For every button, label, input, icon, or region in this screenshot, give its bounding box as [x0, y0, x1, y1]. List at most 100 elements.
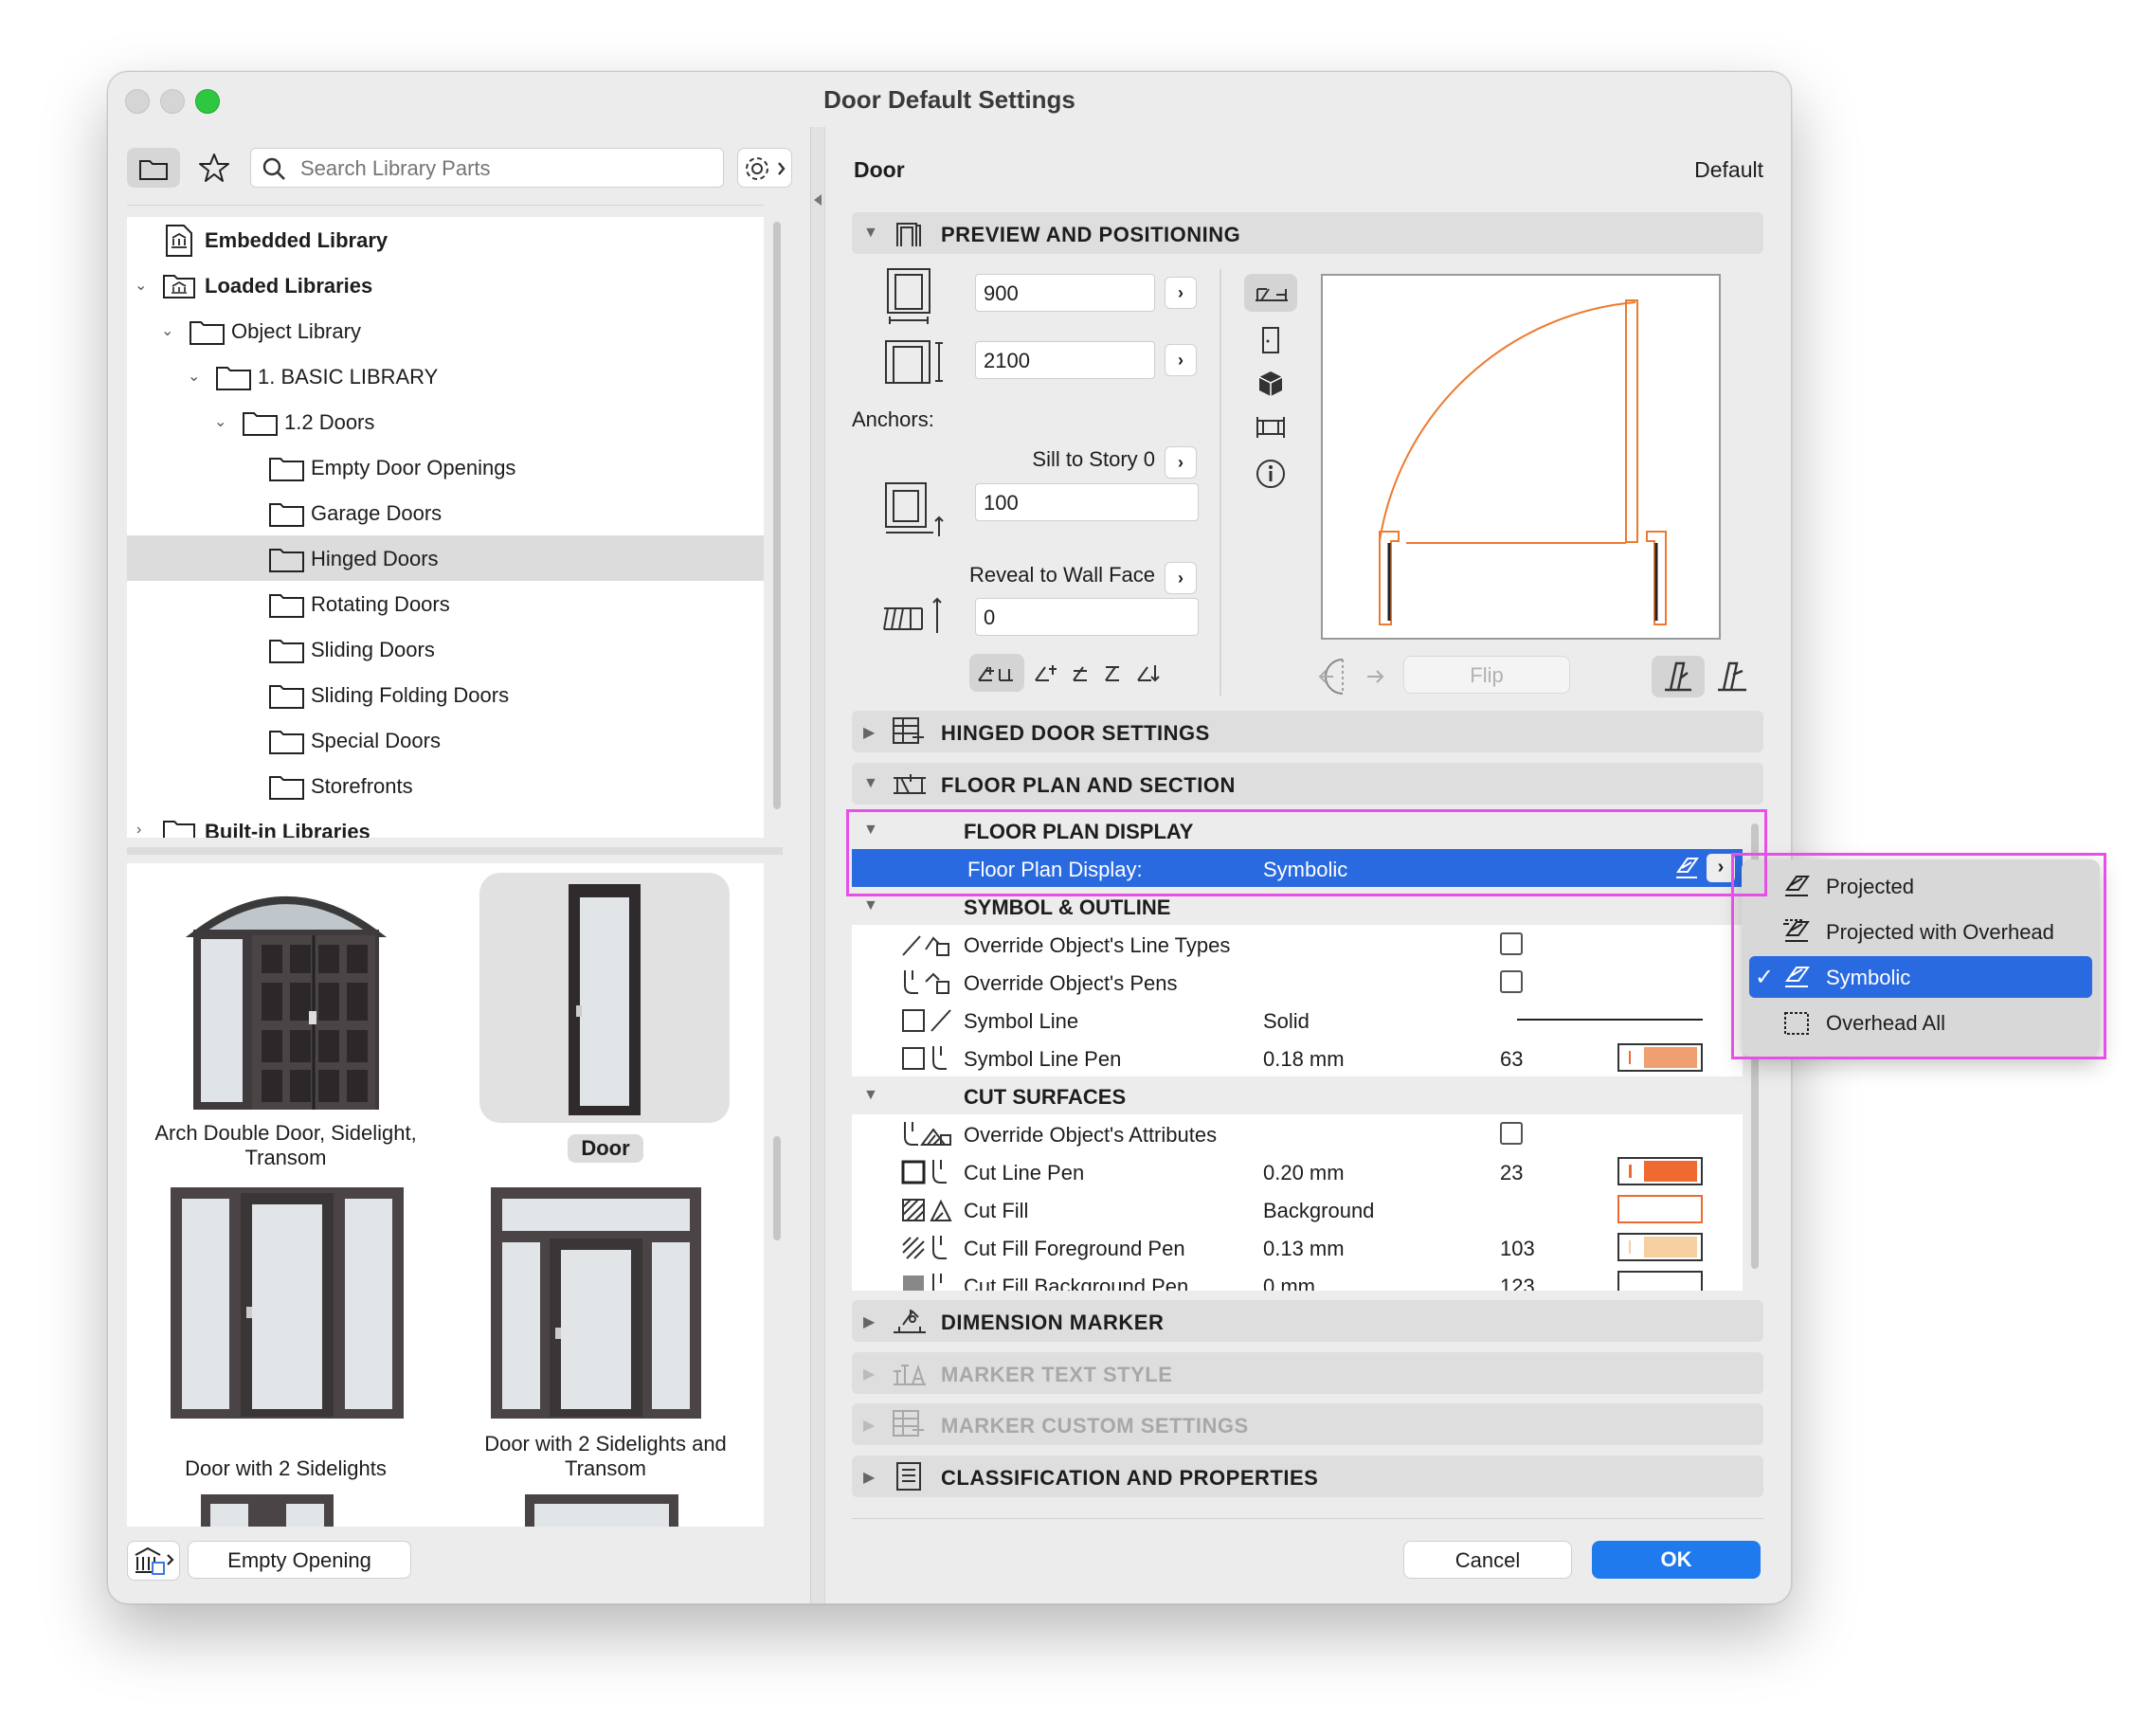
pen-color-swatch[interactable] — [1617, 1233, 1703, 1261]
section-classification-properties[interactable]: ▶ CLASSIFICATION AND PROPERTIES — [852, 1456, 1763, 1497]
library-settings-button[interactable] — [737, 148, 792, 188]
triangle-right-icon[interactable]: ▶ — [863, 1468, 875, 1487]
property-row[interactable]: Symbol Line Solid — [852, 1001, 1743, 1040]
tree-item-empty-door-openings[interactable]: Empty Door Openings — [127, 444, 764, 490]
triangle-right-icon[interactable]: ▶ — [863, 723, 875, 742]
property-row[interactable]: Symbol Line Pen 0.18 mm 63 — [852, 1039, 1743, 1077]
anchor-sill-icon[interactable] — [1072, 663, 1094, 684]
thumbnail-arch-double-door[interactable]: Arch Double Door, Sidelight, Transom — [136, 873, 435, 1176]
chevron-down-icon[interactable]: ⌄ — [214, 412, 226, 431]
thumbnail-door-2-sidelights-transom[interactable]: Door with 2 Sidelights and Transom — [449, 1185, 762, 1489]
anchor-nominal-icon[interactable] — [1136, 663, 1165, 684]
empty-opening-button[interactable]: Empty Opening — [188, 1541, 411, 1579]
pen-color-swatch[interactable] — [1617, 1157, 1703, 1185]
section-marker-text-style[interactable]: ▶ MARKER TEXT STYLE — [852, 1352, 1763, 1394]
reveal-options-button[interactable]: › — [1165, 562, 1197, 594]
3d-view-icon[interactable] — [1257, 370, 1284, 398]
chevron-right-icon[interactable]: › — [136, 822, 141, 838]
reveal-depth-input[interactable]: 0 — [975, 598, 1199, 636]
triangle-right-icon[interactable]: ▶ — [863, 1365, 875, 1383]
tree-item-rotating-doors[interactable]: Rotating Doors — [127, 581, 764, 626]
opening-side-a-button[interactable] — [1652, 656, 1705, 697]
chevron-down-icon[interactable]: ⌄ — [135, 276, 147, 295]
sill-options-button[interactable]: › — [1165, 446, 1197, 479]
triangle-right-icon[interactable]: ▶ — [863, 1312, 875, 1331]
thumbnail-door[interactable]: Door — [449, 873, 752, 1176]
search-input[interactable] — [298, 154, 710, 183]
triangle-right-icon[interactable]: ▶ — [863, 1416, 875, 1435]
tree-item-hinged-doors[interactable]: Hinged Doors — [127, 535, 764, 581]
triangle-down-icon[interactable]: ▼ — [863, 775, 878, 792]
triangle-down-icon[interactable]: ▼ — [863, 897, 878, 914]
tree-item-doors[interactable]: ⌄ 1.2 Doors — [127, 399, 764, 444]
collapse-left-icon[interactable] — [812, 193, 823, 207]
group-label: SYMBOL & OUTLINE — [964, 895, 1171, 919]
favorites-button[interactable] — [193, 148, 235, 188]
opening-side-b-icon[interactable] — [1716, 660, 1750, 694]
cut-surfaces-heading[interactable]: ▼ CUT SURFACES — [852, 1076, 1743, 1114]
pen-color-swatch[interactable] — [1617, 1271, 1703, 1291]
property-row[interactable]: Override Object's Attributes — [852, 1114, 1743, 1153]
anchor-top-icon[interactable] — [1034, 663, 1062, 684]
property-row[interactable]: Cut Line Pen 0.20 mm 23 — [852, 1152, 1743, 1191]
width-options-button[interactable]: › — [1165, 277, 1197, 309]
pen-color-swatch[interactable] — [1617, 1043, 1703, 1072]
thumbnail-door-2-sidelights[interactable]: Door with 2 Sidelights — [136, 1185, 435, 1489]
tree-item-object-library[interactable]: ⌄ Object Library — [127, 308, 764, 353]
anchor-header-icon[interactable] — [1104, 663, 1127, 684]
pane-splitter[interactable] — [127, 847, 783, 855]
grid-scrollbar-thumb[interactable] — [773, 1136, 781, 1240]
plan-view-button[interactable] — [1244, 274, 1297, 312]
section-marker-custom-settings[interactable]: ▶ MARKER CUSTOM SETTINGS — [852, 1403, 1763, 1445]
override-attributes-checkbox[interactable] — [1500, 1122, 1523, 1145]
sill-height-input[interactable]: 100 — [975, 483, 1199, 521]
property-row[interactable]: Override Object's Pens — [852, 963, 1743, 1002]
tree-item-loaded-libraries[interactable]: ⌄ Loaded Libraries — [127, 262, 764, 308]
tree-item-embedded-library[interactable]: Embedded Library — [127, 217, 764, 262]
folder-view-button[interactable] — [127, 148, 180, 188]
tree-scrollbar[interactable] — [771, 222, 783, 819]
height-input[interactable]: 2100 — [975, 341, 1155, 379]
section-label: FLOOR PLAN AND SECTION — [941, 773, 1236, 797]
chevron-down-icon[interactable]: ⌄ — [161, 321, 173, 340]
section-view-icon[interactable] — [1254, 413, 1288, 442]
section-hinged-door-settings[interactable]: ▶ HINGED DOOR SETTINGS — [852, 711, 1763, 752]
triangle-down-icon[interactable]: ▼ — [863, 225, 878, 242]
property-value: Solid — [1263, 1009, 1310, 1033]
override-pens-checkbox[interactable] — [1500, 970, 1523, 993]
tree-item-built-in-libraries[interactable]: › Built-in Libraries — [127, 808, 764, 838]
ok-button[interactable]: OK — [1592, 1541, 1761, 1579]
section-preview-positioning[interactable]: ▼ PREVIEW AND POSITIONING — [852, 212, 1763, 254]
property-row[interactable]: Cut Fill Background — [852, 1190, 1743, 1229]
tree-item-special-doors[interactable]: Special Doors — [127, 717, 764, 763]
tree-item-garage-doors[interactable]: Garage Doors — [127, 490, 764, 535]
grid-scrollbar[interactable] — [771, 1136, 783, 1240]
flip-button[interactable]: Flip — [1403, 656, 1570, 694]
property-row[interactable]: Cut Fill Foreground Pen 0.13 mm 103 — [852, 1228, 1743, 1267]
tree-scrollbar-thumb[interactable] — [773, 222, 781, 809]
property-value: 0 mm — [1263, 1275, 1315, 1291]
tree-item-storefronts[interactable]: Storefronts — [127, 763, 764, 808]
info-icon[interactable] — [1256, 459, 1286, 489]
cancel-button[interactable]: Cancel — [1403, 1541, 1572, 1579]
property-row[interactable]: Cut Fill Background Pen 0 mm 123 — [852, 1266, 1743, 1291]
anchor-option-selected[interactable] — [969, 654, 1024, 692]
search-field[interactable] — [250, 148, 724, 188]
triangle-down-icon[interactable]: ▼ — [863, 1087, 878, 1104]
fill-color-swatch[interactable] — [1617, 1195, 1703, 1223]
library-file-icon — [166, 225, 192, 257]
tree-item-sliding-folding-doors[interactable]: Sliding Folding Doors — [127, 672, 764, 717]
width-input[interactable]: 900 — [975, 274, 1155, 312]
pen-number: 103 — [1500, 1237, 1535, 1260]
property-row[interactable]: Override Object's Line Types — [852, 925, 1743, 964]
elevation-view-icon[interactable] — [1259, 326, 1282, 354]
section-floor-plan-and-section[interactable]: ▼ FLOOR PLAN AND SECTION — [852, 763, 1763, 805]
height-options-button[interactable]: › — [1165, 344, 1197, 376]
override-line-types-checkbox[interactable] — [1500, 932, 1523, 955]
library-manager-button[interactable] — [127, 1541, 180, 1581]
tree-item-sliding-doors[interactable]: Sliding Doors — [127, 626, 764, 672]
tree-item-basic-library[interactable]: ⌄ 1. BASIC LIBRARY — [127, 353, 764, 399]
chevron-down-icon[interactable]: ⌄ — [188, 367, 200, 386]
sill-reference-label: Sill to Story 0 — [1032, 447, 1155, 471]
section-dimension-marker[interactable]: ▶ DIMENSION MARKER — [852, 1300, 1763, 1342]
